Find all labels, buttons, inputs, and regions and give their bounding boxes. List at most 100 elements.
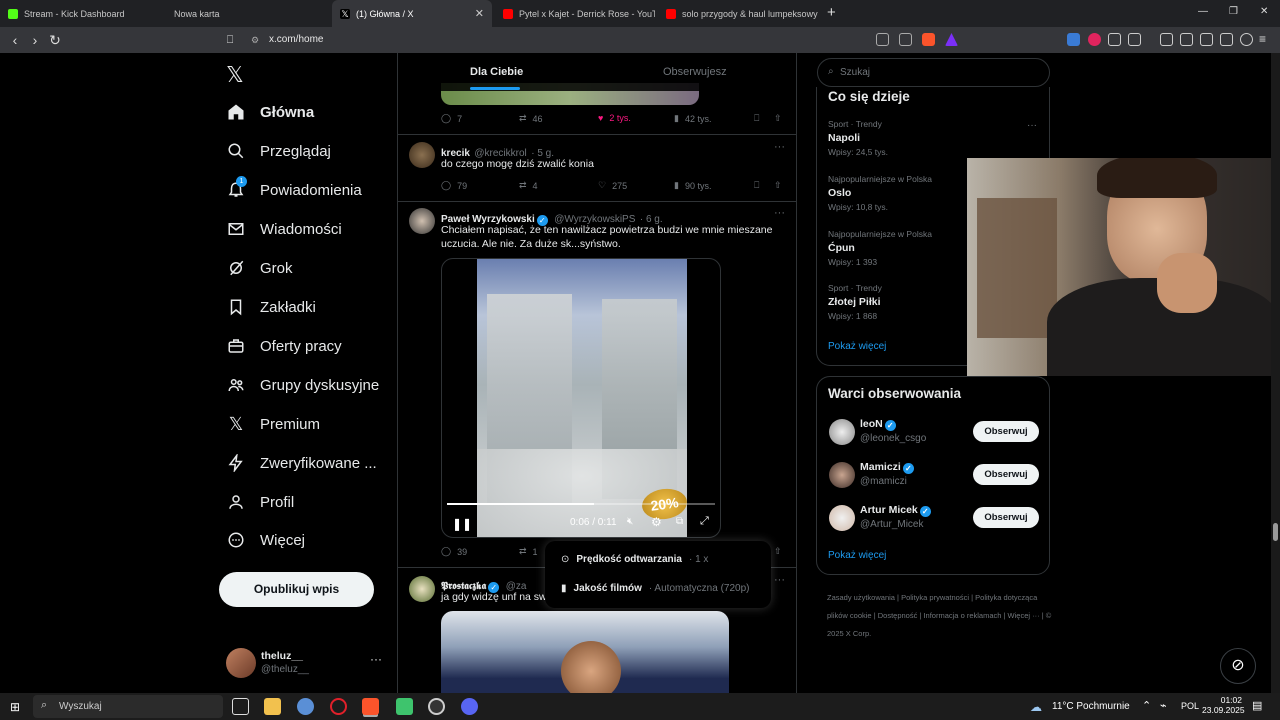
retweet-button[interactable]: ⇄ 4 — [519, 180, 538, 191]
back-icon[interactable]: ‹ — [5, 30, 25, 50]
taskbar-search[interactable]: ⌕ Wyszukaj — [33, 695, 223, 718]
tab-following[interactable]: Obserwujesz — [663, 66, 727, 78]
account-switcher[interactable]: theluz__ @theluz__ ··· — [226, 648, 386, 680]
restore-icon[interactable]: ❐ — [1229, 6, 1238, 17]
tab-youtube-2[interactable]: solo przygody & haul lumpeksowy - — [658, 0, 818, 27]
share-icon[interactable]: ⇧ — [774, 546, 782, 557]
language-indicator[interactable]: POL — [1181, 701, 1199, 711]
nav-more[interactable]: Więcej — [226, 525, 305, 555]
obs-icon[interactable] — [428, 698, 445, 715]
discord-icon[interactable] — [461, 698, 478, 715]
sidebar-icon[interactable] — [1180, 33, 1193, 46]
video-quality-option[interactable]: ▮ Jakość filmów · Automatyczna (720p) — [561, 583, 749, 594]
extensions-icon[interactable] — [1108, 33, 1121, 46]
tab-youtube-1[interactable]: Pytel x Kajet - Derrick Rose - YouTube — [495, 0, 655, 27]
site-settings-icon[interactable]: ⚙ — [251, 30, 259, 50]
vpn-icon[interactable] — [1240, 33, 1253, 46]
grok-fab-icon[interactable]: ⊘ — [1220, 648, 1256, 684]
nav-grok[interactable]: Grok — [226, 253, 293, 283]
brave-shield-icon[interactable] — [922, 33, 935, 46]
bookmark-icon[interactable]: ⎕ — [754, 180, 759, 191]
trend-item[interactable]: Sport · Trendy Złotej Piłki Wpisy: 1 868 — [828, 283, 882, 321]
share-icon[interactable]: ⇧ — [774, 180, 782, 191]
extension-record-icon[interactable] — [1088, 33, 1101, 46]
reply-button[interactable]: ◯ 7 — [441, 113, 462, 124]
tweet-image[interactable] — [441, 611, 729, 693]
video-player[interactable]: 20% ❚❚ 0:06 / 0:11 🔇︎ ⚙ ⧉ ⤢ — [441, 258, 721, 538]
search-input[interactable]: ⌕ Szukaj — [817, 58, 1050, 87]
notifications-icon[interactable]: ▤ — [1252, 699, 1262, 712]
minimize-icon[interactable]: — — [1198, 6, 1208, 17]
nav-explore[interactable]: Przeglądaj — [226, 136, 331, 166]
pip-icon[interactable]: ⧉ — [676, 516, 683, 527]
nav-verified-orgs[interactable]: Zweryfikowane ... — [226, 448, 377, 478]
follow-suggestion[interactable]: Artur Micek ✓ @Artur_Micek Obserwuj — [817, 503, 1049, 535]
opera-icon[interactable] — [330, 698, 347, 715]
like-button[interactable]: ♡ 275 — [598, 180, 627, 191]
nav-messages[interactable]: Wiadomości — [226, 214, 342, 244]
task-view-icon[interactable] — [232, 698, 249, 715]
retweet-button[interactable]: ⇄ 46 — [519, 113, 543, 124]
file-explorer-icon[interactable] — [264, 698, 281, 715]
tray-chevron-icon[interactable]: ⌃ — [1142, 699, 1151, 712]
like-button[interactable]: ♥ 2 tys. — [598, 113, 631, 123]
leo-ai-icon[interactable] — [1220, 33, 1233, 46]
close-window-icon[interactable]: ✕ — [1260, 6, 1268, 17]
video-progress-track[interactable] — [447, 503, 715, 505]
follow-button[interactable]: Obserwuj — [973, 421, 1039, 442]
reply-button[interactable]: ◯ 79 — [441, 180, 467, 191]
address-bar[interactable]: ⚙ x.com/home — [247, 30, 967, 50]
nav-notifications[interactable]: 1 Powiadomienia — [226, 175, 362, 205]
reply-button[interactable]: ◯ 39 — [441, 546, 467, 557]
nav-home[interactable]: Główna — [226, 97, 314, 127]
share-icon[interactable]: ⇧ — [774, 113, 782, 124]
nav-communities[interactable]: Grupy dyskusyjne — [226, 370, 379, 400]
cast-icon[interactable] — [876, 33, 889, 46]
nav-premium[interactable]: 𝕏 Premium — [226, 409, 320, 439]
close-tab-icon[interactable]: ✕ — [475, 7, 484, 20]
windows-start-icon[interactable]: ⊞ — [10, 700, 20, 714]
x-logo-icon[interactable]: 𝕏 — [226, 62, 244, 88]
tab-x-home[interactable]: 𝕏 (1) Główna / X ✕ — [332, 0, 492, 27]
nav-jobs[interactable]: Oferty pracy — [226, 331, 342, 361]
tab-for-you[interactable]: Dla Ciebie — [470, 66, 523, 78]
wallet-icon[interactable] — [1200, 33, 1213, 46]
follow-suggestion[interactable]: leoN ✓ @leonek_csgo Obserwuj — [817, 417, 1049, 449]
app-icon-2[interactable] — [396, 698, 413, 715]
network-icon[interactable]: ⌁ — [1160, 699, 1167, 712]
extension-translate-icon[interactable] — [1067, 33, 1080, 46]
brave-icon[interactable] — [362, 698, 379, 715]
views-button[interactable]: ▮ 42 tys. — [674, 113, 711, 124]
show-more-trends-link[interactable]: Pokaż więcej — [828, 341, 886, 352]
fullscreen-icon[interactable]: ⤢ — [700, 515, 709, 528]
menu-icon[interactable]: ≡ — [1259, 33, 1272, 46]
settings-gear-icon[interactable]: ⚙ — [651, 515, 662, 529]
follow-button[interactable]: Obserwuj — [973, 464, 1039, 485]
more-dots-icon[interactable]: ··· — [774, 207, 785, 219]
playback-speed-option[interactable]: ⊙ Prędkość odtwarzania · 1 x — [561, 554, 708, 565]
nav-profile[interactable]: Profil — [226, 487, 294, 517]
page-scrollbar[interactable] — [1271, 53, 1280, 693]
more-dots-icon[interactable]: ··· — [774, 574, 785, 586]
new-tab-button[interactable]: + — [827, 4, 836, 21]
retweet-button[interactable]: ⇄ 1 — [519, 546, 538, 557]
trend-item[interactable]: Sport · Trendy Napoli Wpisy: 24,5 tys. — [828, 119, 888, 157]
media-icon[interactable] — [1160, 33, 1173, 46]
trend-item[interactable]: Najpopularniejsze w Polska Ćpun Wpisy: 1… — [828, 229, 932, 267]
more-dots-icon[interactable]: ··· — [1027, 120, 1037, 131]
weather-text[interactable]: 11°C Pochmurnie — [1052, 701, 1130, 712]
reload-icon[interactable]: ↻ — [45, 30, 65, 50]
follow-button[interactable]: Obserwuj — [973, 507, 1039, 528]
mute-icon[interactable]: 🔇︎ — [627, 516, 633, 527]
post-button[interactable]: Opublikuj wpis — [219, 572, 374, 607]
app-icon[interactable] — [297, 698, 314, 715]
nav-bookmarks[interactable]: Zakładki — [226, 292, 316, 322]
share-icon[interactable] — [899, 33, 912, 46]
clock[interactable]: 01:02 23.09.2025 — [1202, 695, 1245, 715]
bookmark-icon[interactable]: ⎕ — [754, 113, 759, 124]
more-dots-icon[interactable]: ··· — [774, 141, 785, 153]
trend-item[interactable]: Najpopularniejsze w Polska Oslo Wpisy: 1… — [828, 174, 932, 212]
show-more-follows-link[interactable]: Pokaż więcej — [828, 550, 886, 561]
screenshot-icon[interactable] — [1128, 33, 1141, 46]
views-button[interactable]: ▮ 90 tys. — [674, 180, 711, 191]
